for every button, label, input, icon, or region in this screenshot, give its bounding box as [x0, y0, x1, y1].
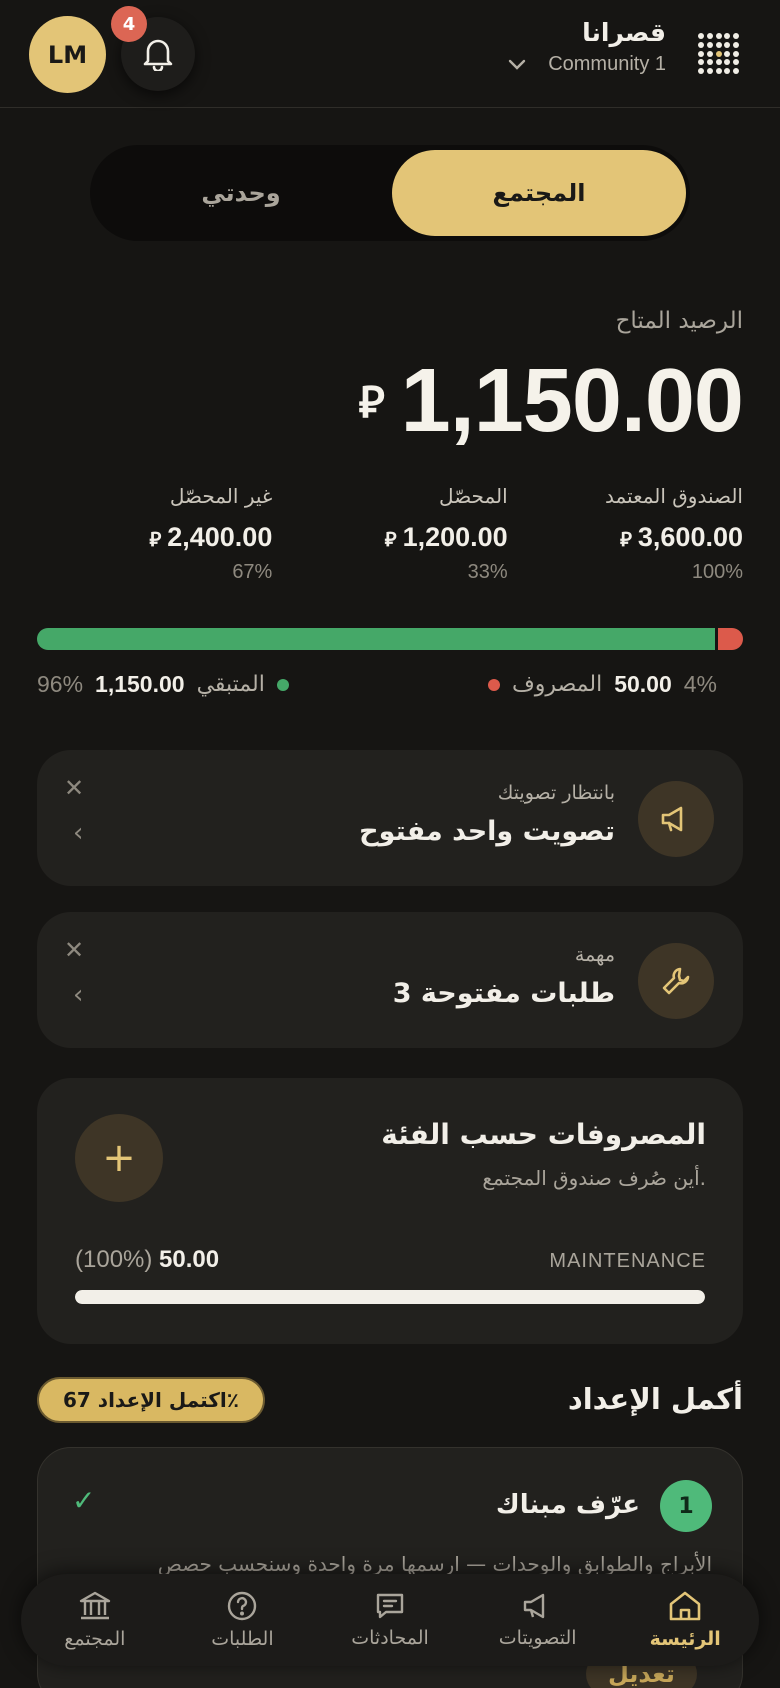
- legend-label: المتبقي: [196, 672, 265, 697]
- home-icon: [669, 1591, 701, 1621]
- legend-value: 50.00: [614, 671, 672, 697]
- step-description: الأبراج والطوابق والوحدات — ارسمها مرة و…: [157, 1552, 712, 1576]
- open-requests-card[interactable]: مهمة 3 طلبات مفتوحة ✕ ‹: [37, 912, 743, 1048]
- remaining-segment: [37, 628, 715, 650]
- help-icon: [228, 1591, 257, 1621]
- stat-title: غير المحصّل: [169, 484, 273, 508]
- community-switcher[interactable]: قصرانا Community 1: [508, 18, 666, 76]
- stat-percent: 100%: [691, 561, 743, 583]
- close-icon[interactable]: ✕: [64, 774, 84, 802]
- nav-requests[interactable]: الطلبات: [169, 1574, 317, 1666]
- close-icon[interactable]: ✕: [64, 936, 84, 964]
- stat-percent: 33%: [467, 561, 508, 583]
- category-label: MAINTENANCE: [549, 1250, 706, 1272]
- card-title: المصروفات حسب الفئة: [381, 1118, 706, 1151]
- category-value: (100%) 50.00: [75, 1246, 220, 1273]
- brand-name: قصرانا: [582, 18, 666, 47]
- stat-collected: المحصّل ⃁ 1,200.00 33%: [272, 484, 508, 584]
- legend-spent: المصروف 50.00 4%: [488, 671, 717, 698]
- nav-label: الطلبات: [211, 1628, 274, 1650]
- stat-title: الصندوق المعتمد: [604, 484, 743, 508]
- currency-icon: ⃁: [358, 377, 385, 428]
- spent-segment: [714, 628, 743, 650]
- tab-my-unit[interactable]: وحدتي: [94, 150, 388, 236]
- notification-badge: 4: [111, 6, 147, 42]
- scope-toggle: المجتمع وحدتي: [90, 145, 690, 241]
- nav-label: الرئيسة: [649, 1628, 721, 1650]
- wrench-icon: [638, 943, 714, 1019]
- card-subtitle: أين صُرف صندوق المجتمع.: [482, 1166, 706, 1190]
- pending-vote-card[interactable]: بانتظار تصويتك تصويت واحد مفتوح ✕ ‹: [37, 750, 743, 886]
- card-subtitle: بانتظار تصويتك: [497, 782, 615, 804]
- bank-icon: [79, 1591, 111, 1620]
- check-icon: ✓: [72, 1484, 96, 1517]
- card-title: 3 طلبات مفتوحة: [392, 978, 615, 1009]
- stat-value: ⃁ 3,600.00: [620, 522, 743, 552]
- community-name: Community 1: [548, 53, 666, 75]
- stat-uncollected: غير المحصّل ⃁ 2,400.00 67%: [37, 484, 272, 584]
- step-number: 1: [660, 1480, 712, 1532]
- nav-label: التصويتات: [498, 1627, 577, 1649]
- legend-label: المصروف: [512, 672, 603, 697]
- chevron-left-icon: ‹: [73, 980, 84, 1010]
- remaining-dot: [276, 678, 289, 691]
- tab-community[interactable]: المجتمع: [392, 150, 686, 236]
- balance-value: 1,150.00: [400, 351, 744, 451]
- legend-value: 1,150.00: [95, 671, 185, 697]
- chevron-left-icon: ‹: [73, 818, 84, 848]
- chevron-down-icon: [508, 59, 526, 70]
- top-header: LM 4 قصرانا Community 1: [0, 0, 780, 108]
- spend-progress-bar: [37, 628, 743, 650]
- spent-dot: [488, 678, 500, 691]
- legend-remaining: المتبقي 1,150.00 96%: [37, 671, 289, 698]
- bottom-nav: الرئيسة التصويتات المحادثات الطلبات المج…: [21, 1574, 759, 1666]
- nav-community[interactable]: المجتمع: [21, 1574, 169, 1666]
- avatar[interactable]: LM: [29, 16, 106, 93]
- category-progress-bar: [75, 1290, 705, 1304]
- balance-amount: ⃁ 1,150.00: [358, 350, 744, 453]
- nav-home[interactable]: الرئيسة: [611, 1574, 759, 1666]
- megaphone-icon: [638, 781, 714, 857]
- legend-percent: 4%: [683, 671, 717, 697]
- balance-label: الرصيد المتاح: [615, 308, 743, 334]
- setup-title: أكمل الإعداد: [567, 1382, 743, 1416]
- nav-label: المجتمع: [64, 1628, 126, 1650]
- stat-percent: 67%: [232, 561, 273, 583]
- expenses-by-category-card: المصروفات حسب الفئة أين صُرف صندوق المجت…: [37, 1078, 743, 1344]
- stat-title: المحصّل: [439, 484, 508, 508]
- stat-value: ⃁ 1,200.00: [384, 522, 508, 552]
- nav-label: المحادثات: [351, 1627, 429, 1649]
- stat-approved: الصندوق المعتمد ⃁ 3,600.00 100%: [508, 484, 743, 584]
- add-expense-button[interactable]: +: [75, 1114, 163, 1202]
- megaphone-icon: [523, 1593, 544, 1619]
- app-logo-icon[interactable]: [698, 33, 740, 75]
- stat-value: ⃁ 2,400.00: [149, 522, 273, 552]
- fund-stats: الصندوق المعتمد ⃁ 3,600.00 100% المحصّل ⃁…: [37, 484, 743, 584]
- step-title: عرّف مبناك: [495, 1490, 640, 1520]
- legend-percent: 96%: [37, 671, 84, 697]
- nav-chats[interactable]: المحادثات: [316, 1574, 464, 1666]
- chat-icon: [376, 1593, 404, 1619]
- bell-icon: [143, 39, 173, 71]
- setup-progress-badge: اكتمل الإعداد 67٪: [37, 1377, 265, 1423]
- nav-votes[interactable]: التصويتات: [464, 1574, 612, 1666]
- card-subtitle: مهمة: [574, 944, 615, 966]
- card-title: تصويت واحد مفتوح: [359, 816, 615, 847]
